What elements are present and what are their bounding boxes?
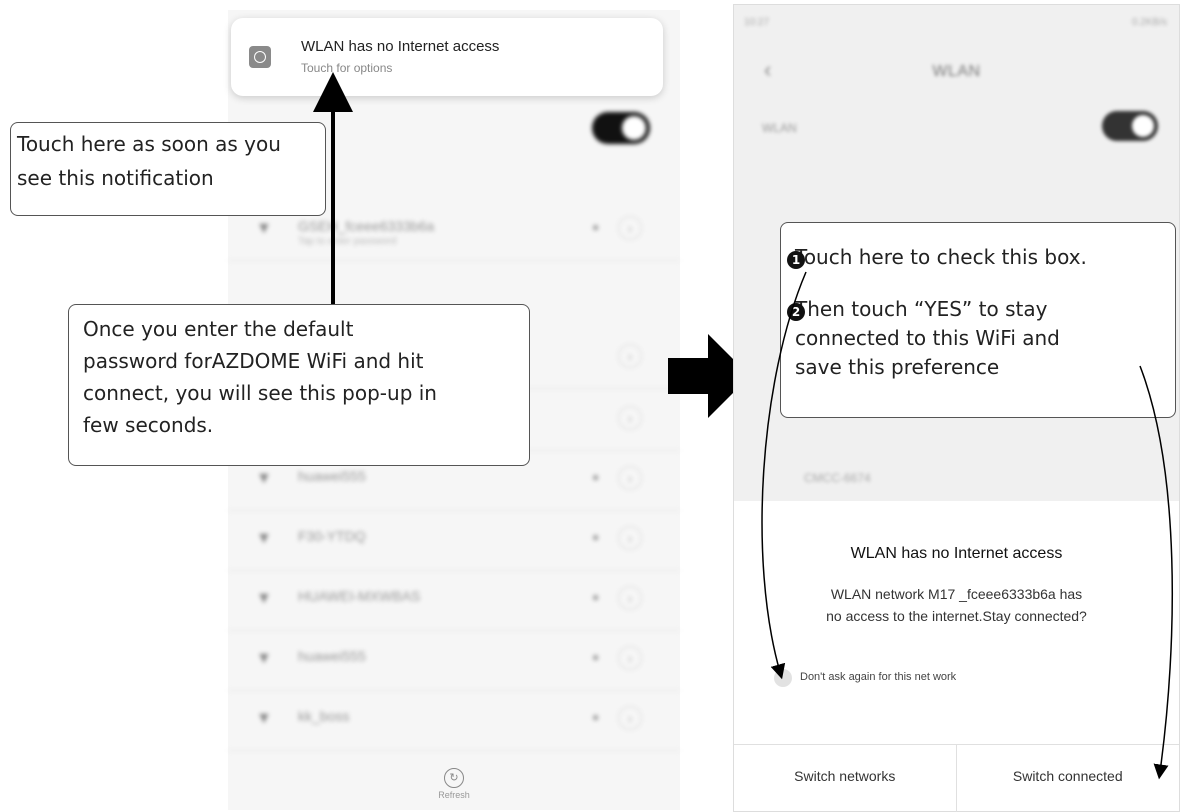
wifi-icon: ▼ (256, 590, 272, 607)
step2-line: Then touch “YES” to stay (795, 297, 1048, 321)
dialog-buttons: Switch networks Switch connected (734, 744, 1179, 812)
chevron-right-icon[interactable]: › (618, 706, 642, 730)
lock-icon: ● (592, 470, 600, 484)
chevron-right-icon[interactable]: › (618, 466, 642, 490)
wlan-toggle[interactable] (1102, 111, 1158, 141)
password-hint-callout: Once you enter the default password forA… (68, 304, 530, 466)
steps-callout: Touch here to check this box. Then touch… (780, 222, 1176, 418)
step2-line: save this preference (795, 355, 1000, 379)
chevron-right-icon[interactable]: › (618, 406, 642, 430)
network-name: HUAWEI-MXWBAS (298, 588, 421, 604)
chevron-right-icon[interactable]: › (618, 216, 642, 240)
wifi-icon: ▼ (256, 710, 272, 727)
switch-networks-button[interactable]: Switch networks (734, 745, 957, 812)
step1-text: Touch here to check this box. (795, 245, 1087, 269)
dialog-message-line: WLAN network M17 _fceee6333b6a has (830, 586, 1083, 602)
lock-icon: ● (592, 590, 600, 604)
step2-text: Then touch “YES” to stay connected to th… (795, 295, 1165, 382)
notification-title: WLAN has no Internet access (301, 38, 500, 55)
refresh-label: Refresh (438, 790, 470, 800)
status-info: 0.2KB/s (1131, 17, 1167, 28)
callout-line: password forAZDOME WiFi and hit (83, 349, 424, 373)
network-name: huawei555 (298, 648, 366, 664)
lock-icon: ● (592, 220, 600, 234)
network-name: huawei555 (298, 468, 366, 484)
lock-icon: ● (592, 710, 600, 724)
chevron-right-icon[interactable]: › (618, 646, 642, 670)
wifi-icon: ▼ (256, 470, 272, 487)
notification-hint-callout: Touch here as soon as you see this notif… (10, 122, 326, 216)
callout-line: Touch here as soon as you (17, 132, 281, 156)
dialog-title: WLAN has no Internet access (850, 545, 1063, 562)
network-row[interactable]: ▼ HUAWEI-MXWBAS ● › (228, 570, 680, 631)
dont-ask-checkbox[interactable] (774, 669, 792, 687)
refresh-button[interactable]: ↻ Refresh (228, 768, 680, 800)
network-row[interactable]: ▼ F30-YTDQ ● › (228, 510, 680, 571)
wifi-icon: ▼ (256, 220, 272, 237)
network-sub: Tap to enter password (298, 236, 397, 247)
chevron-right-icon[interactable]: › (618, 344, 642, 368)
step-1-badge: 1 (787, 251, 805, 269)
network-row[interactable]: ▼ kk_boss ● › (228, 690, 680, 751)
dialog-message-line: no access to the internet.Stay connected… (826, 608, 1087, 624)
callout-line: Once you enter the default (83, 317, 354, 341)
callout-line: connect, you will see this pop-up in (83, 381, 437, 405)
wlan-label: WLAN (762, 121, 797, 135)
no-internet-notification[interactable]: WLAN has no Internet access Touch for op… (231, 18, 663, 96)
network-name: F30-YTDQ (298, 528, 366, 544)
wlan-toggle[interactable] (592, 112, 650, 144)
network-row[interactable]: ▼ huawei555 ● › (228, 630, 680, 691)
chevron-right-icon[interactable]: › (618, 526, 642, 550)
dont-ask-label[interactable]: Don't ask again for this net work (800, 671, 956, 683)
status-time: 10:27 (744, 17, 770, 28)
step-2-badge: 2 (787, 303, 805, 321)
step2-line: connected to this WiFi and (795, 326, 1060, 350)
switch-connected-button[interactable]: Switch connected (957, 745, 1180, 812)
notification-subtitle: Touch for options (301, 61, 393, 75)
callout-line: see this notification (17, 166, 214, 190)
network-name: GSEH_fceee6333b6a (298, 218, 435, 234)
lock-icon: ● (592, 650, 600, 664)
lock-icon: ● (592, 530, 600, 544)
wifi-icon: ▼ (256, 530, 272, 547)
chevron-right-icon[interactable]: › (618, 586, 642, 610)
no-internet-dialog: WLAN has no Internet access WLAN network… (734, 501, 1179, 812)
page-title: WLAN (932, 63, 981, 80)
wifi-icon: ▼ (256, 650, 272, 667)
network-name[interactable]: CMCC-6674 (804, 471, 871, 485)
callout-line: few seconds. (83, 413, 214, 437)
app-icon (249, 46, 271, 68)
dialog-message: WLAN network M17 _fceee6333b6a has no ac… (774, 583, 1139, 627)
network-name: kk_boss (298, 708, 350, 724)
refresh-icon: ↻ (444, 768, 464, 788)
